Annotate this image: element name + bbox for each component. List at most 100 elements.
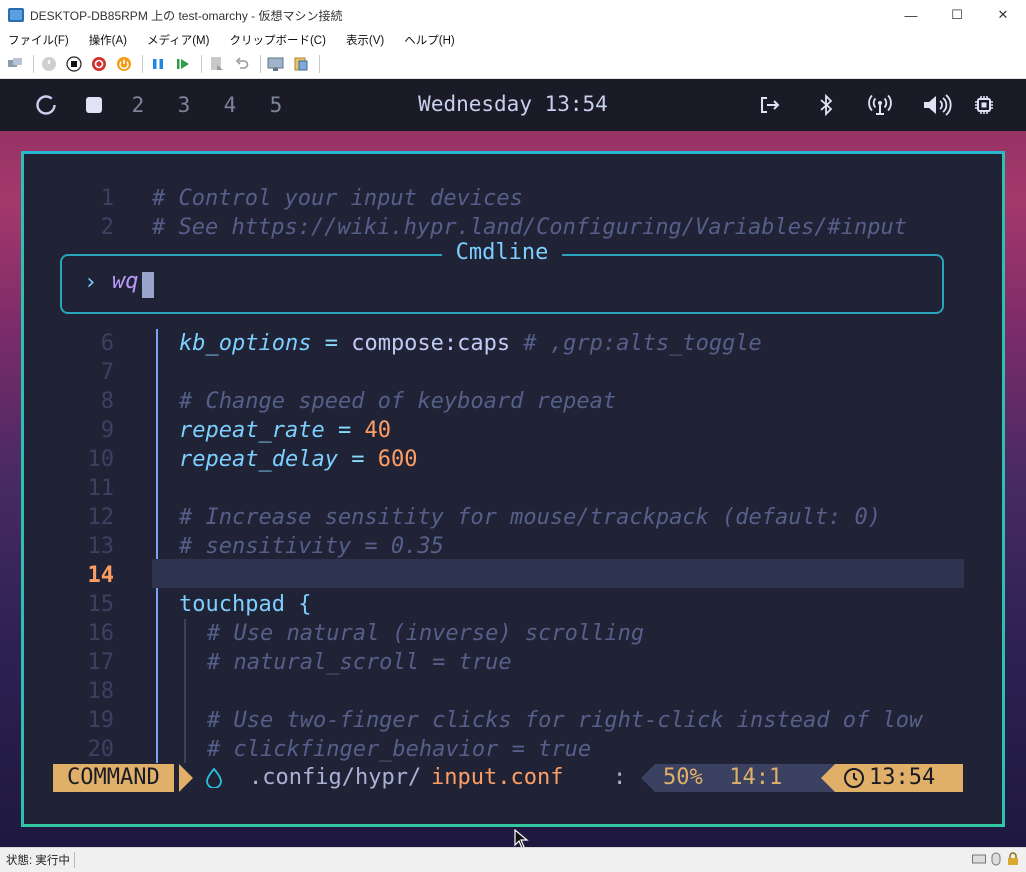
code-line: repeat_rate = 40 [179,418,391,443]
status-icons [972,852,1020,866]
line-number: 12 [87,505,115,530]
share-icon[interactable] [292,55,310,73]
turn-off-icon[interactable] [65,55,83,73]
waybar: 2 3 4 5 Wednesday 13:54 [0,79,1026,131]
menu-help[interactable]: ヘルプ(H) [404,32,454,48]
vm-state-text: 状態: 実行中 [6,855,70,867]
code-line: # sensitivity = 0.35 [179,534,444,559]
line-number: 2 [100,215,114,240]
vm-connection-icon [8,8,24,22]
code-line: touchpad { [179,592,312,617]
window-title: DESKTOP-DB85RPM 上の test-omarchy - 仮想マシン接… [30,8,343,23]
shutdown-icon[interactable] [90,55,108,73]
code-line: # Change speed of keyboard repeat [179,389,617,414]
toolbar-separator [319,55,320,73]
line-number: 17 [87,650,115,675]
omarchy-logo-icon[interactable] [34,92,58,118]
toolbar-separator [142,55,143,73]
code-line: # Use natural (inverse) scrolling [207,621,645,646]
statusline-clock: 13:54 [835,764,963,792]
water-drop-icon [205,767,223,796]
workspace-3[interactable]: 3 [174,92,194,118]
code-line: kb_options = compose:caps # ,grp:alts_to… [179,331,762,356]
cmdline-prompt-icon: › [84,270,98,295]
cursor-line-highlight [152,559,964,588]
code-line: # Control your input devices [152,186,523,211]
workspace-1-active[interactable] [84,92,104,118]
window-titlebar: DESKTOP-DB85RPM 上の test-omarchy - 仮想マシン接… [0,0,1026,30]
cmdline-popup[interactable]: Cmdline › wq [60,240,944,314]
checkpoint-icon[interactable] [208,55,226,73]
minimize-button[interactable]: — [888,0,934,30]
revert-icon[interactable] [233,55,251,73]
line-number: 19 [87,708,115,733]
line-number: 6 [100,331,114,356]
cpu-icon[interactable] [972,93,996,117]
statusline-separator [821,764,835,792]
line-number: 11 [87,476,115,501]
hyperv-vm-connection-window: DESKTOP-DB85RPM 上の test-omarchy - 仮想マシン接… [0,0,1026,872]
line-number: 20 [87,737,115,762]
toolbar-separator [201,55,202,73]
menu-file[interactable]: ファイル(F) [8,32,69,48]
terminal-window[interactable]: 1 # Control your input devices 2 # See h… [21,151,1005,827]
window-controls: — ☐ ✕ [888,0,1026,30]
start-icon[interactable] [40,55,58,73]
line-number: 18 [87,679,115,704]
line-number: 10 [87,447,115,472]
code-line: # See https://wiki.hypr.land/Configuring… [152,215,907,240]
line-number: 9 [100,418,114,443]
volume-icon[interactable] [922,93,952,117]
logout-icon[interactable] [758,93,782,117]
line-number: 8 [100,389,114,414]
workspace-2[interactable]: 2 [128,92,148,118]
maximize-button[interactable]: ☐ [934,0,980,30]
code-line: # clickfinger_behavior = true [207,737,592,762]
toolbar-separator [260,55,261,73]
current-line-number: 14 [87,563,115,588]
status-separator [73,852,75,868]
mode-indicator: COMMAND [53,764,174,792]
nvim-statusline: COMMAND .config/hypr/ input.conf : 50% 1… [53,764,963,792]
bluetooth-icon[interactable] [814,93,838,117]
line-number: 16 [87,621,115,646]
power-icon[interactable] [115,55,133,73]
cmdline-input[interactable]: wq [112,269,139,294]
mouse-pointer-icon [513,828,533,847]
code-line: # natural_scroll = true [207,650,512,675]
line-number: 15 [87,592,115,617]
ctrl-alt-del-icon[interactable] [6,55,24,73]
indent-guide [184,619,186,763]
wifi-icon[interactable] [868,93,892,117]
lock-icon [1006,852,1020,866]
code-line: # Increase sensitity for mouse/trackpack… [179,505,881,530]
indent-guide [156,329,158,763]
menu-action[interactable]: 操作(A) [89,32,127,48]
position-block: 50% 14:1 [655,764,835,792]
statusline-separator [179,764,193,792]
vm-toolbar [0,50,1026,79]
menu-view[interactable]: 表示(V) [346,32,384,48]
text-cursor [142,272,154,298]
workspace-5[interactable]: 5 [266,92,286,118]
cmdline-title: Cmdline [62,240,942,265]
workspace-4[interactable]: 4 [220,92,240,118]
menu-clipboard[interactable]: クリップボード(C) [229,32,325,48]
statusline-time: 13:54 [869,765,936,790]
file-name: input.conf [431,765,564,790]
resume-icon[interactable] [174,55,192,73]
code-line: repeat_delay = 600 [179,447,418,472]
close-button[interactable]: ✕ [980,0,1026,30]
menu-media[interactable]: メディア(M) [147,32,209,48]
keyboard-icon [972,852,986,866]
enhanced-session-icon[interactable] [267,55,285,73]
host-status-bar: 状態: 実行中 [0,847,1026,872]
statusline-colon: : [613,765,627,790]
vm-screen[interactable]: 2 3 4 5 Wednesday 13:54 1 # Control your… [0,79,1026,847]
statusline-separator [641,764,655,792]
toolbar-separator [33,55,34,73]
mouse-icon [989,852,1003,866]
file-directory: .config/hypr/ [249,765,422,790]
code-line: # Use two-finger clicks for right-click … [207,708,923,733]
pause-icon[interactable] [149,55,167,73]
